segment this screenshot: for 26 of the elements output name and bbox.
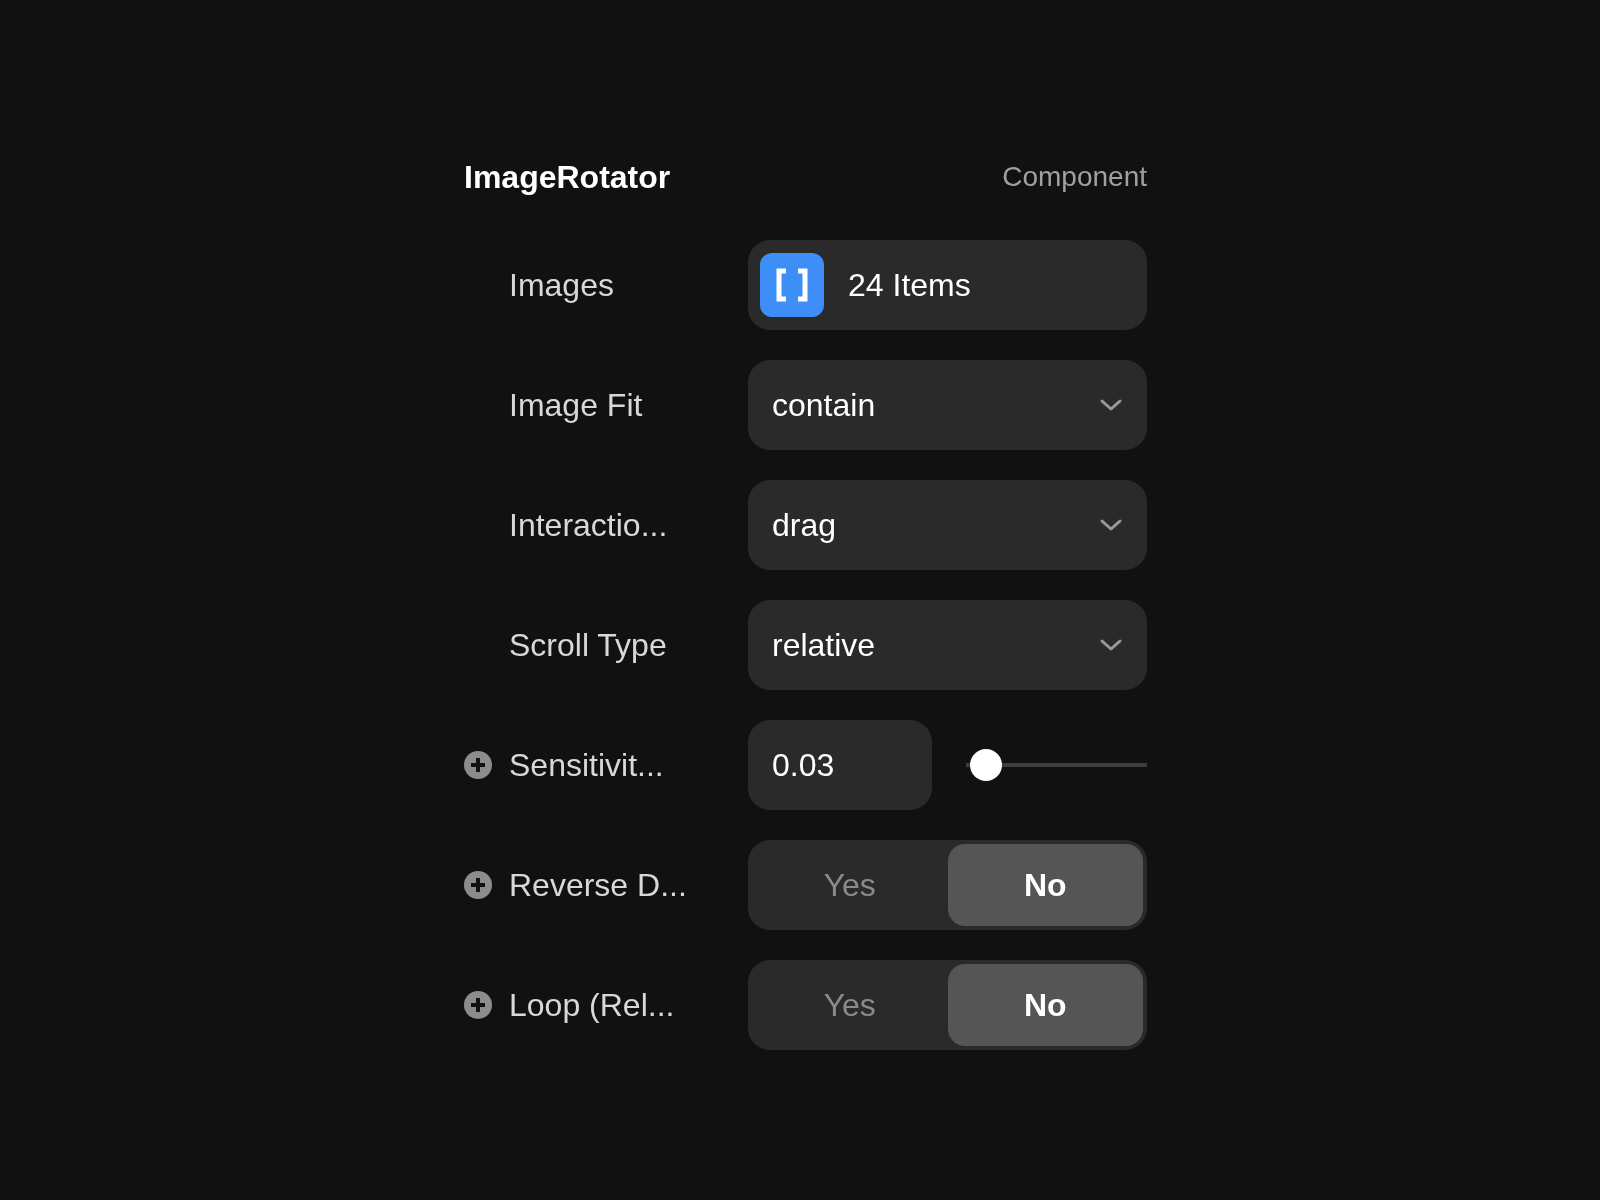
number-field[interactable]: 0.03 — [748, 720, 932, 810]
toggle-option[interactable]: No — [947, 844, 1143, 926]
property-label: Sensitivit... — [509, 746, 664, 785]
array-field[interactable]: 24 Items — [748, 240, 1147, 330]
property-label: Scroll Type — [509, 626, 667, 665]
chevron-down-icon — [1099, 398, 1123, 412]
dropdown[interactable]: contain — [748, 360, 1147, 450]
toggle-option[interactable]: Yes — [752, 964, 948, 1046]
dropdown[interactable]: drag — [748, 480, 1147, 570]
property-label: Interactio... — [509, 506, 668, 545]
component-type-label: Component — [1002, 160, 1147, 194]
toggle-option[interactable]: Yes — [752, 844, 948, 926]
add-icon[interactable] — [464, 991, 492, 1019]
dropdown[interactable]: relative — [748, 600, 1147, 690]
chevron-down-icon — [1099, 638, 1123, 652]
property-label: Images — [509, 266, 614, 305]
chevron-down-icon — [1099, 518, 1123, 532]
add-icon[interactable] — [464, 871, 492, 899]
add-icon[interactable] — [464, 751, 492, 779]
component-title: ImageRotator — [464, 158, 671, 197]
toggle-option[interactable]: No — [947, 964, 1143, 1046]
brackets-icon — [760, 253, 824, 317]
slider-thumb[interactable] — [970, 749, 1003, 781]
property-label: Loop (Rel... — [509, 986, 675, 1025]
property-label: Reverse D... — [509, 866, 687, 905]
property-label: Image Fit — [509, 386, 643, 425]
